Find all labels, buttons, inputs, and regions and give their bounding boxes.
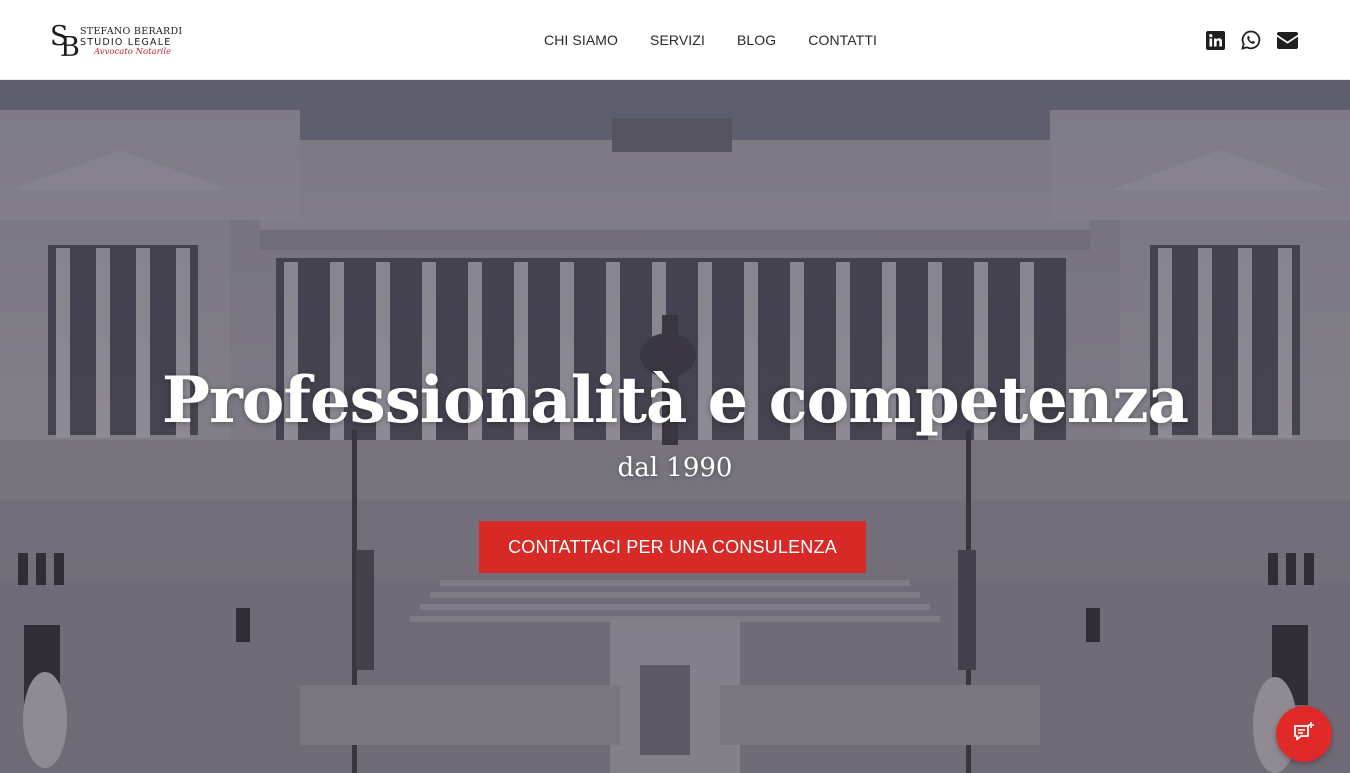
logo-monogram: S B [50, 21, 80, 63]
logo-studio: STUDIO LEGALE [80, 36, 172, 48]
logo-tagline: Avvocato Notarile [94, 47, 172, 58]
nav-item-chi-siamo[interactable]: CHI SIAMO [528, 32, 634, 48]
logo-text: STEFANO BERARDI STUDIO LEGALE Avvocato N… [80, 27, 182, 57]
email-icon[interactable] [1276, 29, 1298, 51]
whatsapp-icon[interactable] [1240, 29, 1262, 51]
site-header: S B STEFANO BERARDI STUDIO LEGALE Avvoca… [0, 0, 1350, 80]
logo-monogram-b: B [60, 32, 80, 63]
consultation-cta-button[interactable]: CONTATTACI PER UNA CONSULENZA [479, 521, 866, 573]
chat-button[interactable] [1276, 706, 1332, 762]
nav-item-contatti[interactable]: CONTATTI [792, 32, 893, 48]
chat-icon [1292, 720, 1316, 749]
logo-name: STEFANO BERARDI [80, 26, 183, 38]
linkedin-icon[interactable] [1204, 29, 1226, 51]
hero-section: Professionalità e competenza dal 1990 CO… [0, 80, 1350, 773]
nav-item-servizi[interactable]: SERVIZI [634, 32, 721, 48]
logo[interactable]: S B STEFANO BERARDI STUDIO LEGALE Avvoca… [50, 21, 190, 63]
hero-subtitle: dal 1990 [617, 453, 733, 483]
social-links [1204, 29, 1298, 51]
nav-item-blog[interactable]: BLOG [721, 32, 792, 48]
main-nav: CHI SIAMO SERVIZI BLOG CONTATTI [528, 0, 893, 80]
hero-title: Professionalità e competenza [161, 363, 1189, 438]
